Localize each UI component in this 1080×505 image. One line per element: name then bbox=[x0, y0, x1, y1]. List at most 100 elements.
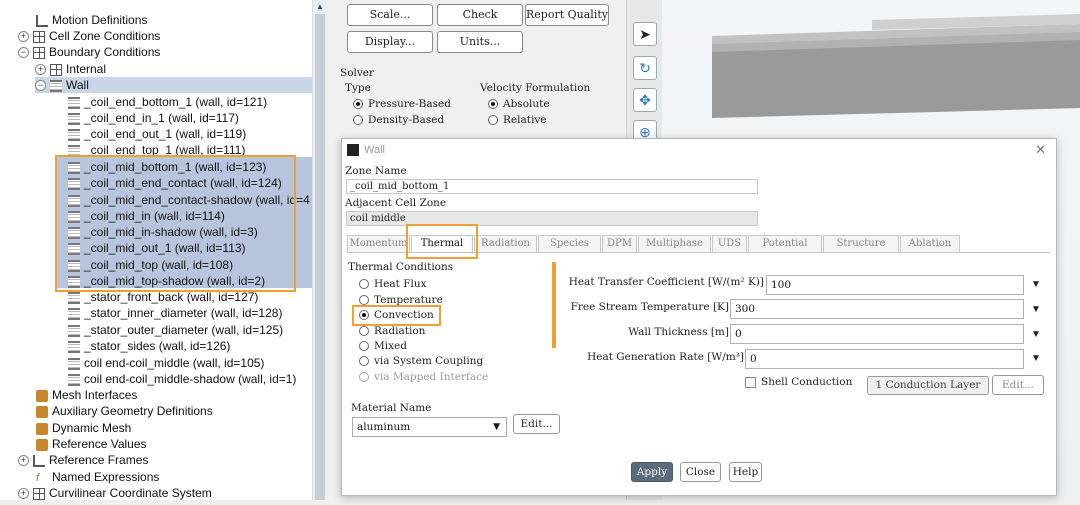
wall-icon bbox=[68, 210, 80, 223]
conduction-edit-button[interactable]: Edit... bbox=[992, 375, 1044, 395]
grid-icon bbox=[33, 46, 45, 59]
absolute-radio[interactable]: Absolute bbox=[488, 98, 550, 110]
tree-item-wall-zone[interactable]: _stator_front_back (wall, id=127) bbox=[68, 289, 258, 305]
expand-icon[interactable]: + bbox=[18, 488, 29, 500]
tree-item-dynamic-mesh[interactable]: Dynamic Mesh bbox=[36, 420, 131, 436]
tree-item-wall-zone-selected[interactable]: _coil_mid_in (wall, id=114) bbox=[68, 208, 225, 224]
scrollbar-thumb[interactable] bbox=[315, 14, 325, 500]
heat-flux-radio[interactable]: Heat Flux bbox=[359, 278, 427, 290]
help-button[interactable]: Help bbox=[729, 462, 762, 482]
expand-icon[interactable]: + bbox=[18, 31, 29, 43]
pan-icon[interactable]: ✥ bbox=[633, 88, 657, 112]
tree-item-reference-frames[interactable]: + Reference Frames bbox=[18, 452, 148, 468]
wall-icon bbox=[68, 96, 80, 109]
expand-icon[interactable]: + bbox=[18, 455, 29, 467]
tree-item-motion-definitions[interactable]: Motion Definitions bbox=[36, 12, 147, 28]
zone-name-field[interactable]: _coil_mid_bottom_1 bbox=[346, 179, 758, 194]
material-select[interactable]: aluminum ▼ bbox=[352, 417, 507, 437]
apply-button[interactable]: Apply bbox=[631, 462, 673, 482]
tree-item-wall-zone-selected[interactable]: _coil_mid_top (wall, id=108) bbox=[68, 257, 233, 273]
tab-potential[interactable]: Potential bbox=[748, 235, 822, 253]
tree-item-wall-zone[interactable]: _coil_end_in_1 (wall, id=117) bbox=[68, 110, 239, 126]
convection-radio[interactable]: Convection bbox=[359, 309, 434, 321]
wall-icon bbox=[68, 259, 80, 272]
htc-input[interactable]: 100 bbox=[766, 275, 1024, 295]
tree-item-mesh-interfaces[interactable]: Mesh Interfaces bbox=[36, 387, 137, 403]
tree-item-cell-zone-conditions[interactable]: + Cell Zone Conditions bbox=[18, 28, 160, 44]
tree-item-wall-zone-selected[interactable]: _coil_mid_bottom_1 (wall, id=123) bbox=[68, 159, 266, 175]
check-button[interactable]: Check bbox=[437, 4, 523, 26]
tree-item-auxiliary-geometry[interactable]: Auxiliary Geometry Definitions bbox=[36, 403, 213, 419]
tab-momentum[interactable]: Momentum bbox=[347, 235, 410, 253]
tree-item-wall-zone[interactable]: _stator_sides (wall, id=126) bbox=[68, 338, 230, 354]
tab-radiation[interactable]: Radiation bbox=[474, 235, 537, 253]
tab-dpm[interactable]: DPM bbox=[602, 235, 637, 253]
tree-item-wall-zone-selected[interactable]: _coil_mid_end_contact (wall, id=124) bbox=[68, 175, 282, 191]
temperature-radio[interactable]: Temperature bbox=[359, 294, 443, 306]
fst-input[interactable]: 300 bbox=[730, 299, 1024, 319]
radiation-radio[interactable]: Radiation bbox=[359, 325, 425, 337]
close-button[interactable]: Close bbox=[680, 462, 721, 482]
close-icon[interactable]: ✕ bbox=[1035, 142, 1046, 158]
tab-species[interactable]: Species bbox=[538, 235, 601, 253]
tree-item-wall-zone-selected[interactable]: _coil_mid_end_contact-shadow (wall, id=4 bbox=[68, 192, 310, 208]
density-based-radio[interactable]: Density-Based bbox=[353, 114, 444, 126]
report-quality-button[interactable]: Report Quality bbox=[525, 4, 609, 26]
display-button[interactable]: Display... bbox=[347, 31, 433, 53]
tree-item-boundary-conditions[interactable]: − Boundary Conditions bbox=[18, 44, 160, 60]
tree-item-internal[interactable]: + Internal bbox=[35, 61, 106, 77]
wt-dropdown-icon[interactable]: ▼ bbox=[1031, 329, 1041, 340]
fst-label: Free Stream Temperature [K] bbox=[570, 301, 729, 313]
tab-panel-border bbox=[347, 252, 1050, 253]
velocity-formulation-label: Velocity Formulation bbox=[480, 82, 591, 94]
tree-item-wall-zone-selected[interactable]: _coil_mid_in-shadow (wall, id=3) bbox=[68, 224, 258, 240]
tree-item-wall-zone[interactable]: _stator_inner_diameter (wall, id=128) bbox=[68, 305, 282, 321]
wall-thickness-label: Wall Thickness [m] bbox=[628, 326, 729, 338]
tree-item-wall-zone[interactable]: _coil_end_bottom_1 (wall, id=121) bbox=[68, 94, 267, 110]
tree-item-wall-zone[interactable]: _coil_end_out_1 (wall, id=119) bbox=[68, 126, 246, 142]
shell-conduction-checkbox[interactable]: Shell Conduction bbox=[745, 376, 852, 388]
hgr-input[interactable]: 0 bbox=[745, 349, 1024, 369]
hgr-dropdown-icon[interactable]: ▼ bbox=[1031, 353, 1041, 364]
tree-item-reference-values[interactable]: Reference Values bbox=[36, 436, 147, 452]
relative-radio[interactable]: Relative bbox=[488, 114, 546, 126]
tree-item-wall-zone[interactable]: coil end-coil_middle-shadow (wall, id=1) bbox=[68, 371, 296, 387]
tree-scrollbar[interactable]: ▲ bbox=[312, 0, 326, 500]
conduction-layer-button[interactable]: 1 Conduction Layer bbox=[867, 376, 989, 395]
units-button[interactable]: Units... bbox=[437, 31, 523, 53]
via-system-coupling-radio[interactable]: via System Coupling bbox=[359, 355, 483, 367]
wall-thickness-input[interactable]: 0 bbox=[730, 324, 1024, 344]
tree-item-wall[interactable]: − Wall bbox=[35, 77, 312, 93]
tree-item-named-expressions[interactable]: f Named Expressions bbox=[36, 469, 159, 485]
motion-icon bbox=[36, 14, 48, 27]
rotate-icon[interactable]: ↻ bbox=[633, 56, 657, 80]
function-icon: f bbox=[36, 471, 40, 484]
htc-dropdown-icon[interactable]: ▼ bbox=[1031, 279, 1041, 290]
tab-structure[interactable]: Structure bbox=[823, 235, 899, 253]
scale-button[interactable]: Scale... bbox=[347, 4, 433, 26]
tab-uds[interactable]: UDS bbox=[712, 235, 747, 253]
wall-icon bbox=[68, 275, 80, 288]
tab-ablation[interactable]: Ablation bbox=[900, 235, 960, 253]
tree-item-wall-zone[interactable]: _stator_outer_diameter (wall, id=125) bbox=[68, 322, 283, 338]
tree-item-wall-zone-selected[interactable]: _coil_mid_out_1 (wall, id=113) bbox=[68, 240, 246, 256]
fst-dropdown-icon[interactable]: ▼ bbox=[1031, 304, 1041, 315]
type-label: Type bbox=[345, 82, 371, 94]
collapse-icon[interactable]: − bbox=[18, 47, 29, 59]
pressure-based-radio[interactable]: Pressure-Based bbox=[353, 98, 451, 110]
wall-dialog: Wall ✕ Zone Name _coil_mid_bottom_1 Adja… bbox=[341, 138, 1057, 496]
tab-multiphase[interactable]: Multiphase bbox=[638, 235, 711, 253]
dialog-titlebar: Wall bbox=[342, 139, 1056, 161]
tree-item-curvilinear[interactable]: + Curvilinear Coordinate System bbox=[18, 485, 212, 500]
expand-icon[interactable]: + bbox=[35, 64, 46, 76]
mixed-radio[interactable]: Mixed bbox=[359, 340, 407, 352]
tree-item-wall-zone-selected[interactable]: _coil_mid_top-shadow (wall, id=2) bbox=[68, 273, 265, 289]
wall-icon bbox=[68, 177, 80, 190]
select-pointer-icon[interactable]: ➤ bbox=[633, 22, 657, 46]
tree-item-wall-zone[interactable]: _coil_end_top_1 (wall, id=111) bbox=[68, 142, 245, 158]
scroll-up-icon[interactable]: ▲ bbox=[315, 2, 325, 12]
material-edit-button[interactable]: Edit... bbox=[513, 414, 560, 434]
material-name-label: Material Name bbox=[351, 402, 432, 414]
tree-item-wall-zone[interactable]: coil end-coil_middle (wall, id=105) bbox=[68, 355, 264, 371]
collapse-icon[interactable]: − bbox=[35, 80, 46, 92]
